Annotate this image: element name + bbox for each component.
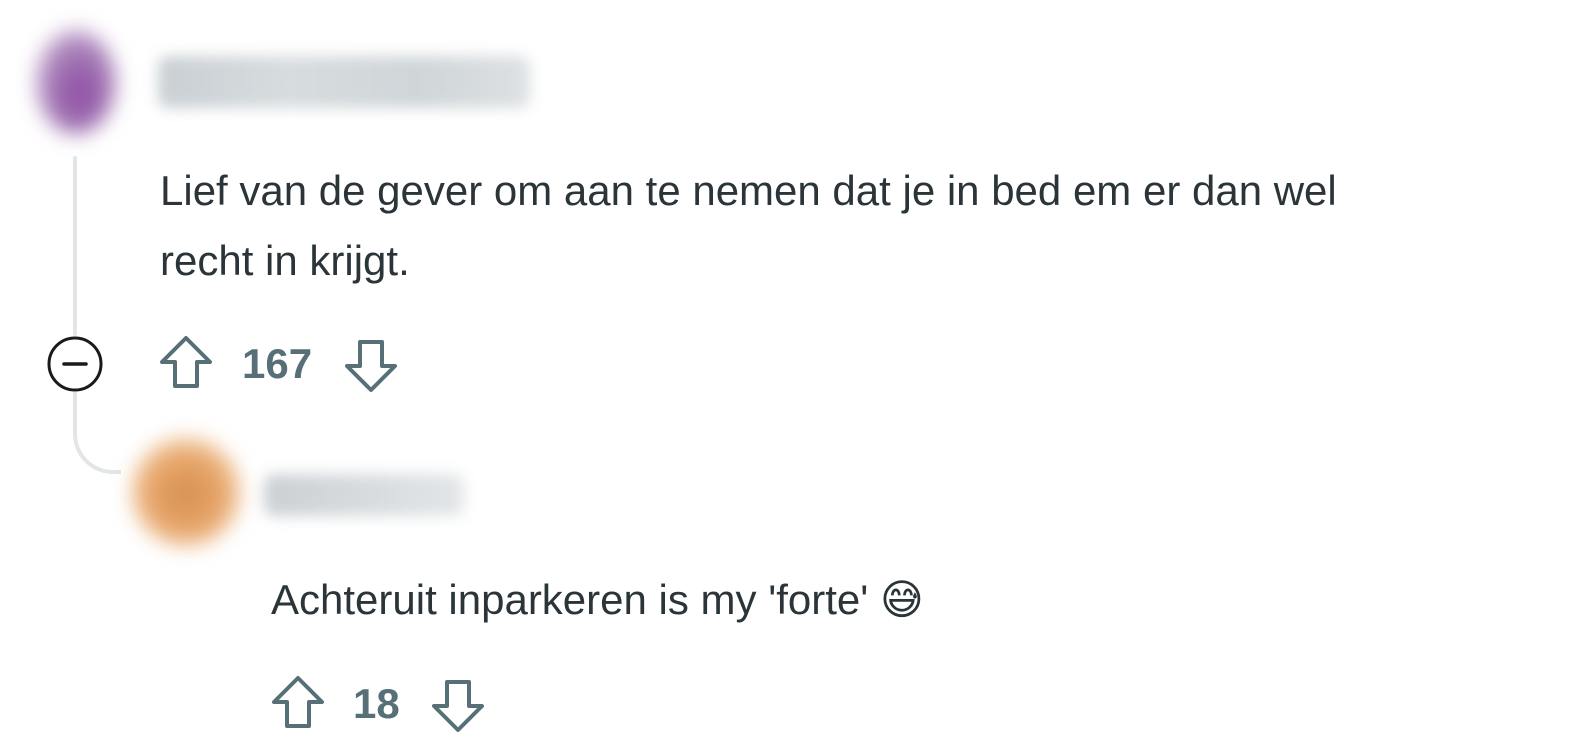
upvote-button[interactable] xyxy=(270,674,326,730)
arrow-up-icon xyxy=(160,336,212,388)
upvote-button[interactable] xyxy=(158,334,214,390)
downvote-button[interactable] xyxy=(343,338,399,394)
comment-body-text: Achteruit inparkeren is my 'forte' xyxy=(271,576,869,623)
username-redacted[interactable] xyxy=(158,56,530,108)
username-redacted[interactable] xyxy=(264,474,464,516)
comment-body-line: Lief van de gever om aan te nemen dat je… xyxy=(160,167,1337,214)
vote-count: 167 xyxy=(242,340,313,387)
comment-body: Achteruit inparkeren is my 'forte' 😅 xyxy=(271,565,924,635)
downvote-button[interactable] xyxy=(430,678,486,734)
comment-body: Lief van de gever om aan te nemen dat je… xyxy=(160,156,1337,296)
collapse-thread-button[interactable] xyxy=(47,336,103,392)
arrow-up-icon xyxy=(272,676,324,728)
reply-thread-connector xyxy=(73,392,121,474)
minus-circle-icon xyxy=(47,336,103,392)
vote-count: 18 xyxy=(353,680,400,727)
avatar[interactable] xyxy=(132,438,240,546)
sweat-smile-emoji: 😅 xyxy=(879,575,924,624)
arrow-down-icon xyxy=(432,680,484,732)
avatar[interactable] xyxy=(36,30,116,134)
thread-line xyxy=(73,156,77,336)
arrow-down-icon xyxy=(345,340,397,392)
comment-body-line: recht in krijgt. xyxy=(160,237,410,284)
